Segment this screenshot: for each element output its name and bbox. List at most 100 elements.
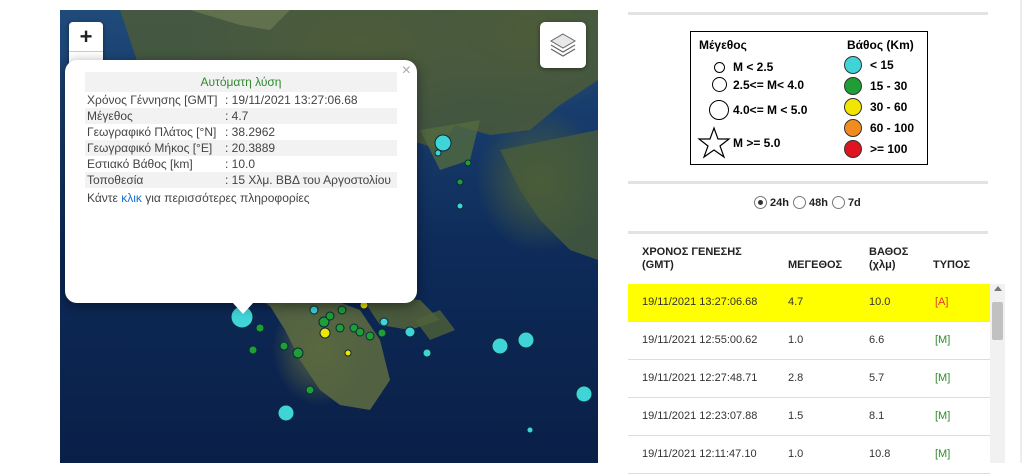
quake-marker xyxy=(255,323,265,333)
cell-time: 19/11/2021 12:11:47.10 xyxy=(642,448,757,460)
cell-type: [M] xyxy=(935,448,951,460)
period-label: 48h xyxy=(808,196,828,209)
star-icon xyxy=(697,126,731,159)
legend-size-label: 4.0<= M < 5.0 xyxy=(733,103,808,117)
earthquake-table: 19/11/2021 13:27:06.68 4.7 10.0 [A] 19/1… xyxy=(628,284,990,474)
quake-marker xyxy=(309,305,319,315)
table-row[interactable]: 19/11/2021 12:55:00.62 1.0 6.6 [M] xyxy=(628,322,990,360)
cell-time: 19/11/2021 12:23:07.88 xyxy=(642,410,758,422)
popup-key: Χρόνος Γέννησης [GMT] xyxy=(87,93,218,107)
table-scrollbar[interactable] xyxy=(990,284,1005,463)
quake-marker xyxy=(344,349,352,357)
cell-type: [M] xyxy=(935,334,951,346)
layers-button[interactable] xyxy=(540,22,586,68)
more-prefix: Κάντε xyxy=(87,191,122,205)
legend-depth-title: Βάθος (Km) xyxy=(847,38,914,52)
popup-close-button[interactable]: × xyxy=(402,62,411,80)
quake-marker xyxy=(526,426,534,434)
col-header-time[interactable]: ΧΡΟΝΟΣ ΓΕΝΕΣΗΣ (GMT) xyxy=(642,246,772,272)
legend-size-row: 4.0<= M < 5.0 xyxy=(705,100,807,120)
legend-size-row: 2.5<= M< 4.0 xyxy=(705,77,804,92)
period-label: 24h xyxy=(770,196,789,209)
popup-row: Τοποθεσία: 15 Χλμ. ΒΒΔ του Αργοστολίου xyxy=(85,172,397,188)
popup-value: : 20.3889 xyxy=(223,140,397,156)
quake-marker xyxy=(434,134,452,152)
scroll-up-icon[interactable] xyxy=(994,286,1002,291)
depth-swatch-icon xyxy=(844,56,862,74)
legend-depth-row: 60 - 100 xyxy=(844,119,914,137)
period-radio-24h[interactable] xyxy=(754,196,767,209)
page-edge-divider xyxy=(1020,0,1022,463)
legend-size-label: M >= 5.0 xyxy=(733,136,781,150)
quake-marker xyxy=(365,331,375,341)
earthquake-map[interactable]: + − × Αυτόματη λύση Χρόνος Γέννησης [GMT… xyxy=(60,10,598,463)
popup-key: Γεωγραφικό Μήκος [°E] xyxy=(85,140,223,156)
quake-marker xyxy=(434,149,442,157)
col-header-depth[interactable]: ΒΑΘΟΣ (χλμ) xyxy=(869,246,919,272)
popup-value: : 15 Χλμ. ΒΒΔ του Αργοστολίου xyxy=(223,172,397,188)
more-info-link[interactable]: κλικ xyxy=(121,191,142,205)
legend-depth-row: >= 100 xyxy=(844,140,907,158)
popup-title: Αυτόματη λύση xyxy=(85,72,397,92)
period-selector: 24h 48h 7d xyxy=(754,196,865,209)
popup-value: : 10.0 xyxy=(225,157,256,171)
legend-box: Μέγεθος Βάθος (Km) M < 2.5 2.5<= M< 4.0 … xyxy=(690,31,928,165)
quake-marker xyxy=(292,347,304,359)
quake-marker xyxy=(305,385,315,395)
popup-key: Τοποθεσία xyxy=(85,172,223,188)
cell-magnitude: 1.5 xyxy=(788,410,804,422)
legend-depth-label: 60 - 100 xyxy=(870,121,915,135)
divider xyxy=(628,231,988,234)
legend-depth-label: >= 100 xyxy=(870,142,908,156)
depth-swatch-icon xyxy=(844,140,862,158)
period-radio-7d[interactable] xyxy=(831,196,845,209)
small-circle-icon xyxy=(713,61,725,73)
quake-marker xyxy=(335,323,345,333)
table-row[interactable]: 19/11/2021 12:11:47.10 1.0 10.8 [M] xyxy=(628,436,990,474)
quake-marker xyxy=(517,331,535,349)
right-panel: Μέγεθος Βάθος (Km) M < 2.5 2.5<= M< 4.0 … xyxy=(628,0,990,474)
legend-depth-label: 30 - 60 xyxy=(870,100,908,114)
quake-marker xyxy=(464,159,472,167)
quake-marker xyxy=(277,404,295,422)
cell-depth: 10.8 xyxy=(869,448,891,460)
zoom-in-button[interactable]: + xyxy=(69,22,103,52)
cell-magnitude: 2.8 xyxy=(788,372,804,384)
large-circle-icon xyxy=(709,100,729,120)
divider xyxy=(628,181,988,184)
quake-marker xyxy=(456,178,464,186)
depth-swatch-icon xyxy=(844,77,862,95)
quake-marker xyxy=(491,337,509,355)
quake-marker xyxy=(248,345,258,355)
legend-size-title: Μέγεθος xyxy=(699,38,747,52)
quake-marker xyxy=(355,327,365,337)
cell-time: 19/11/2021 12:27:48.71 xyxy=(642,372,758,384)
scrollbar-thumb[interactable] xyxy=(992,302,1003,340)
table-row[interactable]: 19/11/2021 13:27:06.68 4.7 10.0 [A] xyxy=(628,284,990,322)
popup-row: Μέγεθος: 4.7 xyxy=(85,108,397,124)
quake-marker xyxy=(337,305,347,315)
legend-size-row: M < 2.5 xyxy=(705,60,773,74)
quake-marker xyxy=(325,311,335,321)
quake-marker xyxy=(575,385,593,403)
popup-details-table: Χρόνος Γέννησης [GMT] : 19/11/2021 13:27:… xyxy=(85,92,397,188)
popup-key: Μέγεθος xyxy=(85,108,223,124)
col-header-magnitude[interactable]: ΜΕΓΕΘΟΣ xyxy=(788,259,842,272)
table-row[interactable]: 19/11/2021 12:23:07.88 1.5 8.1 [M] xyxy=(628,398,990,436)
legend-depth-row: < 15 xyxy=(844,56,894,74)
popup-row: Εστιακό Βάθος [km] : 10.0 xyxy=(85,156,397,172)
medium-circle-icon xyxy=(711,77,727,92)
popup-key: Γεωγραφικό Πλάτος [°N] xyxy=(87,125,217,139)
period-label: 7d xyxy=(847,196,861,209)
popup-key: Εστιακό Βάθος [km] xyxy=(87,157,193,171)
cell-depth: 6.6 xyxy=(869,334,885,346)
quake-marker xyxy=(279,341,289,351)
table-row[interactable]: 19/11/2021 12:27:48.71 2.8 5.7 [M] xyxy=(628,360,990,398)
col-header-type[interactable]: ΤΥΠΟΣ xyxy=(933,259,970,272)
quake-marker xyxy=(404,326,416,338)
earthquake-popup: × Αυτόματη λύση Χρόνος Γέννησης [GMT] : 1… xyxy=(65,60,417,314)
cell-time: 19/11/2021 12:55:00.62 xyxy=(642,334,758,346)
period-radio-48h[interactable] xyxy=(792,196,806,209)
popup-value: : 19/11/2021 13:27:06.68 xyxy=(225,93,358,107)
quake-marker xyxy=(377,328,387,338)
